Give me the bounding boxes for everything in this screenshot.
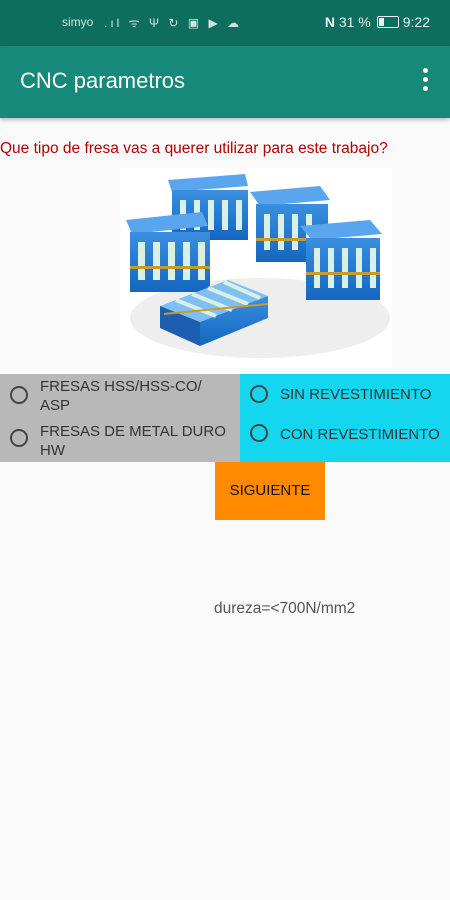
option-hw-line1: FRESAS DE METAL DURO: [40, 423, 226, 440]
carrier-name: simyo: [62, 15, 94, 29]
radio-button-con-revestimiento[interactable]: [250, 424, 268, 442]
next-button[interactable]: SIGUIENTE: [215, 462, 325, 520]
status-bar: simyo .ıl ᯤ Ψ ↻ ▣ ▶ ☁ N 31 % 9:22: [0, 0, 450, 46]
status-right: N 31 % 9:22: [325, 14, 430, 30]
battery-icon: [376, 16, 399, 28]
coating-group: SIN REVESTIMIENTO CON REVESTIMIENTO: [240, 374, 450, 462]
image-icon: ▣: [187, 16, 203, 30]
option-hw-line2: HW: [40, 442, 65, 459]
box-group-right: [300, 220, 382, 300]
tool-type-group: FRESAS HSS/HSS-CO/ ASP FRESAS DE METAL D…: [0, 374, 240, 462]
signal-icon: .ıl: [104, 16, 123, 30]
option-con-revestimiento-label: CON REVESTIMIENTO: [280, 426, 440, 443]
box-group-left: [126, 212, 210, 292]
app-title: CNC parametros: [20, 68, 186, 93]
battery-percent: 31 %: [338, 14, 371, 30]
hardness-info-text: dureza=<700N/mm2: [214, 600, 356, 617]
wifi-icon: ᯤ: [128, 16, 143, 30]
more-vert-icon[interactable]: [418, 68, 432, 96]
option-hss-line2: ASP: [40, 397, 71, 414]
option-sin-revestimiento-label: SIN REVESTIMIENTO: [280, 386, 432, 403]
usb-icon: Ψ: [149, 16, 163, 30]
box-group-top-left: [168, 174, 248, 240]
question-text: Que tipo de fresa vas a querer utilizar …: [0, 140, 388, 157]
milling-cutter-boxes-illustration: [126, 174, 390, 358]
nfc-icon: N: [324, 14, 335, 30]
status-icons: .ıl ᯤ Ψ ↻ ▣ ▶ ☁: [104, 14, 242, 31]
radio-button-hw[interactable]: [10, 429, 28, 447]
radio-button-hss[interactable]: [10, 386, 28, 404]
play-icon: ▶: [208, 16, 221, 30]
cloud-icon: ☁: [227, 16, 243, 30]
sync-icon: ↻: [168, 16, 182, 30]
app-bar: CNC parametros: [0, 46, 450, 118]
clock: 9:22: [402, 14, 430, 30]
option-hss-line1: FRESAS HSS/HSS-CO/: [40, 378, 202, 395]
radio-button-sin-revestimiento[interactable]: [250, 385, 268, 403]
milling-cutter-boxes-image: [120, 168, 392, 368]
